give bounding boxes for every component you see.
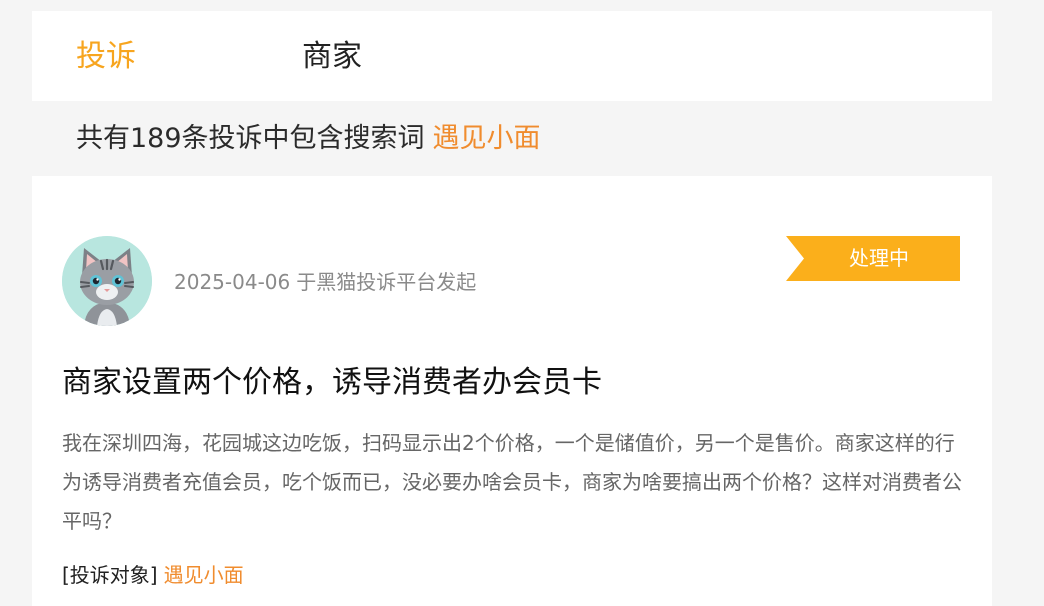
result-count-text: 共有189条投诉中包含搜索词 — [76, 123, 425, 154]
target-merchant-link[interactable]: 遇见小面 — [164, 563, 244, 587]
search-result-summary: 共有189条投诉中包含搜索词 遇见小面 — [76, 120, 541, 158]
complaint-meta: 2025-04-06 于黑猫投诉平台发起 — [174, 268, 476, 296]
tab-bar: 投诉 商家 — [32, 11, 992, 101]
tab-merchants[interactable]: 商家 — [302, 39, 362, 75]
complaint-card[interactable]: 2025-04-06 于黑猫投诉平台发起 处理中 商家设置两个价格，诱导消费者办会… — [32, 176, 992, 606]
status-badge: 处理中 — [786, 236, 960, 281]
complaint-title[interactable]: 商家设置两个价格，诱导消费者办会员卡 — [62, 362, 602, 404]
tab-complaints[interactable]: 投诉 — [76, 39, 136, 75]
complaint-date: 2025-04-06 — [174, 270, 291, 294]
complaint-body: 我在深圳四海，花园城这边吃饭，扫码显示出2个价格，一个是储值价，另一个是售价。商… — [62, 431, 962, 533]
complaint-target: [投诉对象] 遇见小面 — [62, 558, 244, 592]
status-label: 处理中 — [849, 246, 909, 270]
target-label: [投诉对象] — [62, 563, 158, 587]
avatar — [62, 236, 152, 326]
complaint-source: 于黑猫投诉平台发起 — [296, 270, 477, 294]
cat-avatar-icon — [62, 236, 152, 326]
search-keyword: 遇见小面 — [432, 123, 541, 154]
